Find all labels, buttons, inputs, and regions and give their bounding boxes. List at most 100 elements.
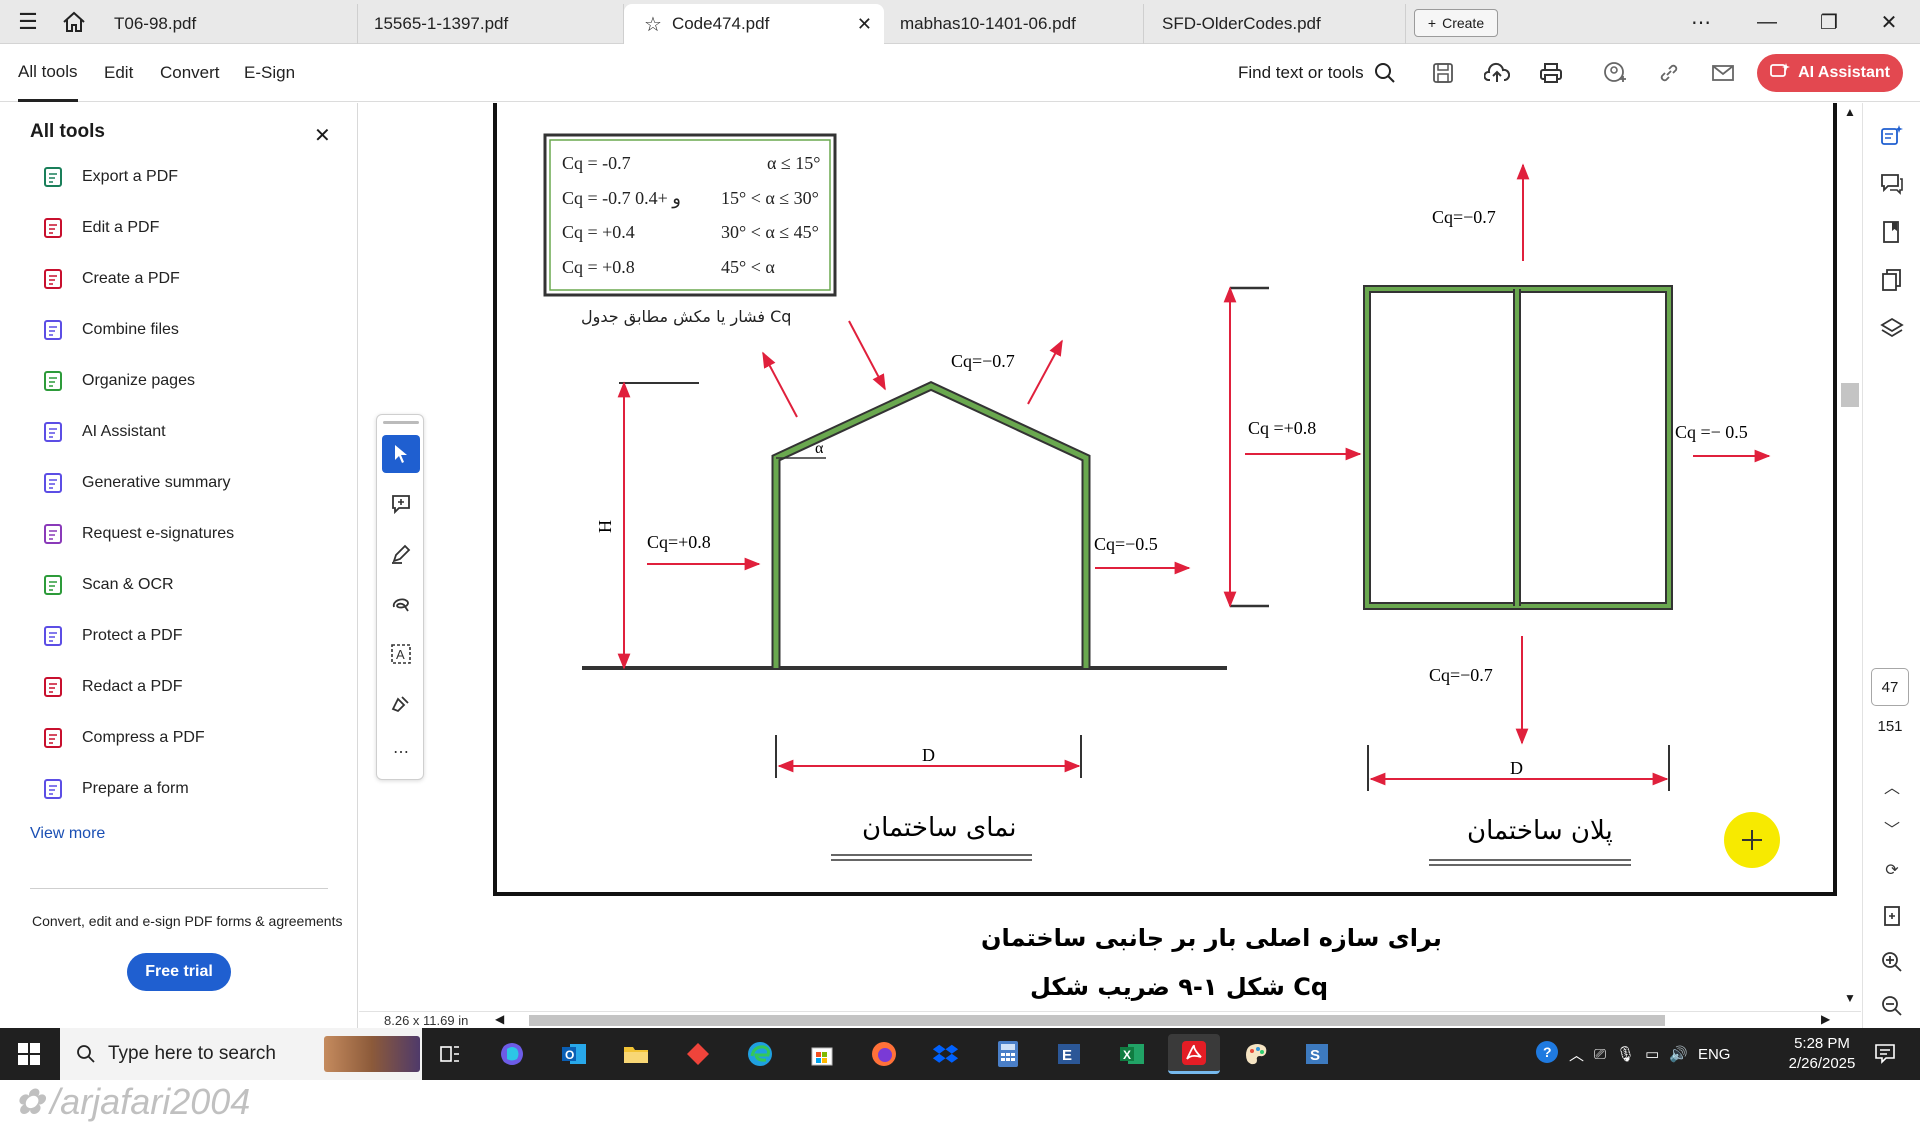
text-box-icon[interactable]: A: [382, 635, 420, 673]
edge-browser-icon[interactable]: [734, 1034, 786, 1074]
more-tools-icon[interactable]: ⋯: [382, 733, 420, 771]
horizontal-scrollbar[interactable]: 8.26 x 11.69 in ◀ ▶: [359, 1011, 1861, 1028]
create-button[interactable]: + Create: [1414, 9, 1498, 37]
tool-generative-summary[interactable]: Generative summary: [40, 463, 340, 503]
menu-convert[interactable]: Convert: [160, 44, 220, 102]
page-fit-icon[interactable]: [1875, 899, 1909, 933]
close-panel-icon[interactable]: ✕: [314, 123, 331, 148]
safe-icon[interactable]: S: [1292, 1034, 1344, 1074]
microphone-icon[interactable]: 🎙: [1616, 1045, 1635, 1063]
tool-request-e-signatures[interactable]: Request e-signatures: [40, 514, 340, 554]
tool-scan-ocr[interactable]: Scan & OCR: [40, 565, 340, 605]
tab-t06-98[interactable]: T06-98.pdf: [94, 4, 358, 44]
more-options-icon[interactable]: ⋯: [1670, 0, 1732, 44]
panel-title: All tools: [30, 121, 105, 142]
share-user-icon[interactable]: [1598, 56, 1632, 90]
next-page-icon[interactable]: ﹀: [1875, 811, 1909, 845]
ai-sparkle-icon: [1770, 62, 1791, 85]
star-icon[interactable]: ☆: [644, 12, 662, 37]
scroll-right-icon[interactable]: ▶: [1821, 1012, 1830, 1026]
clock[interactable]: 5:28 PM 2/26/2025: [1774, 1034, 1870, 1074]
close-tab-icon[interactable]: ✕: [857, 14, 872, 35]
tool-redact-a-pdf[interactable]: Redact a PDF: [40, 667, 340, 707]
find-tools-button[interactable]: Find text or tools: [1238, 44, 1396, 102]
select-cursor-icon[interactable]: [382, 435, 420, 473]
tool-ai-assistant[interactable]: AI Assistant: [40, 412, 340, 452]
task-view-icon[interactable]: [424, 1034, 476, 1074]
language-indicator[interactable]: ENG: [1698, 1046, 1731, 1063]
battery-icon[interactable]: ▭: [1645, 1045, 1659, 1063]
freehand-draw-icon[interactable]: [382, 585, 420, 623]
tool-organize-pages[interactable]: Organize pages: [40, 361, 340, 401]
tab-15565[interactable]: 15565-1-1397.pdf: [354, 4, 624, 44]
tool-combine-files[interactable]: Combine files: [40, 310, 340, 350]
menu-all-tools[interactable]: All tools: [18, 44, 78, 102]
firefox-icon[interactable]: [858, 1034, 910, 1074]
scroll-down-icon[interactable]: ▼: [1844, 991, 1856, 1005]
page-thumbnails-icon[interactable]: [1875, 263, 1909, 297]
save-icon[interactable]: [1426, 56, 1460, 90]
notifications-icon[interactable]: [1874, 1042, 1896, 1069]
vertical-scrollbar[interactable]: ▲ ▼: [1840, 103, 1860, 1011]
etabs-icon[interactable]: E: [1044, 1034, 1096, 1074]
menu-esign[interactable]: E-Sign: [244, 44, 295, 102]
tool-edit-a-pdf[interactable]: Edit a PDF: [40, 208, 340, 248]
scroll-left-icon[interactable]: ◀: [495, 1012, 504, 1026]
add-comment-icon[interactable]: [382, 485, 420, 523]
menu-edit[interactable]: Edit: [104, 44, 133, 102]
zoom-out-icon[interactable]: [1875, 989, 1909, 1023]
horizontal-scroll-thumb[interactable]: [529, 1015, 1665, 1026]
document-viewport[interactable]: Cq = -0.7 α ≤ 15° Cq = -0.7 و +0.4 15° <…: [359, 103, 1849, 1011]
tool-protect-a-pdf[interactable]: Protect a PDF: [40, 616, 340, 656]
hamburger-menu-icon[interactable]: ☰: [6, 0, 50, 44]
tab-mabhas10[interactable]: mabhas10-1401-06.pdf: [880, 4, 1144, 44]
view-more-link[interactable]: View more: [30, 825, 105, 843]
sign-pen-icon[interactable]: [382, 685, 420, 723]
email-icon[interactable]: [1706, 56, 1740, 90]
anydesk-icon[interactable]: [672, 1034, 724, 1074]
show-hidden-icons-icon[interactable]: ︿: [1569, 1044, 1584, 1065]
tab-code474[interactable]: ☆ Code474.pdf ✕: [624, 4, 884, 44]
comments-icon[interactable]: [1875, 167, 1909, 201]
previous-page-icon[interactable]: ︿: [1875, 769, 1909, 803]
help-icon[interactable]: ?: [1535, 1040, 1559, 1068]
maximize-icon[interactable]: ❐: [1798, 0, 1860, 44]
volume-icon[interactable]: 🔊: [1669, 1045, 1688, 1063]
close-window-icon[interactable]: ✕: [1858, 0, 1920, 44]
outlook-icon[interactable]: O: [548, 1034, 600, 1074]
tab-sfd-oldercodes[interactable]: SFD-OlderCodes.pdf: [1142, 4, 1406, 44]
dropbox-icon[interactable]: [920, 1034, 972, 1074]
file-explorer-icon[interactable]: [610, 1034, 662, 1074]
upload-cloud-icon[interactable]: [1480, 56, 1514, 90]
generative-summary-icon[interactable]: [1875, 119, 1909, 153]
minimize-icon[interactable]: —: [1736, 0, 1798, 44]
bookmarks-icon[interactable]: [1875, 215, 1909, 249]
highlight-pen-icon[interactable]: [382, 535, 420, 573]
excel-icon[interactable]: X: [1106, 1034, 1158, 1074]
taskbar-search-box[interactable]: Type here to search: [60, 1028, 422, 1080]
tool-prepare-a-form[interactable]: Prepare a form: [40, 769, 340, 809]
layers-icon[interactable]: [1875, 311, 1909, 345]
current-page-input[interactable]: 47: [1871, 668, 1909, 706]
link-icon[interactable]: [1652, 56, 1686, 90]
microsoft-store-icon[interactable]: [796, 1034, 848, 1074]
ai-assistant-button[interactable]: AI Assistant: [1757, 54, 1903, 92]
scroll-up-icon[interactable]: ▲: [1844, 105, 1856, 119]
ai-assistant-icon: [40, 419, 66, 445]
copilot-icon[interactable]: [486, 1034, 538, 1074]
home-icon[interactable]: [52, 0, 96, 44]
drag-handle[interactable]: [383, 421, 419, 424]
print-icon[interactable]: [1534, 56, 1568, 90]
tool-compress-a-pdf[interactable]: Compress a PDF: [40, 718, 340, 758]
free-trial-button[interactable]: Free trial: [127, 953, 231, 991]
acrobat-icon[interactable]: [1168, 1034, 1220, 1074]
zoom-in-icon[interactable]: [1875, 945, 1909, 979]
calculator-icon[interactable]: [982, 1034, 1034, 1074]
paint-icon[interactable]: [1230, 1034, 1282, 1074]
tool-create-a-pdf[interactable]: Create a PDF: [40, 259, 340, 299]
meet-now-icon[interactable]: ⎚: [1594, 1046, 1606, 1063]
tool-export-a-pdf[interactable]: Export a PDF: [40, 157, 340, 197]
windows-start-icon[interactable]: [0, 1028, 58, 1080]
rotate-icon[interactable]: ⟳: [1875, 853, 1909, 887]
vertical-scroll-thumb[interactable]: [1841, 383, 1859, 407]
